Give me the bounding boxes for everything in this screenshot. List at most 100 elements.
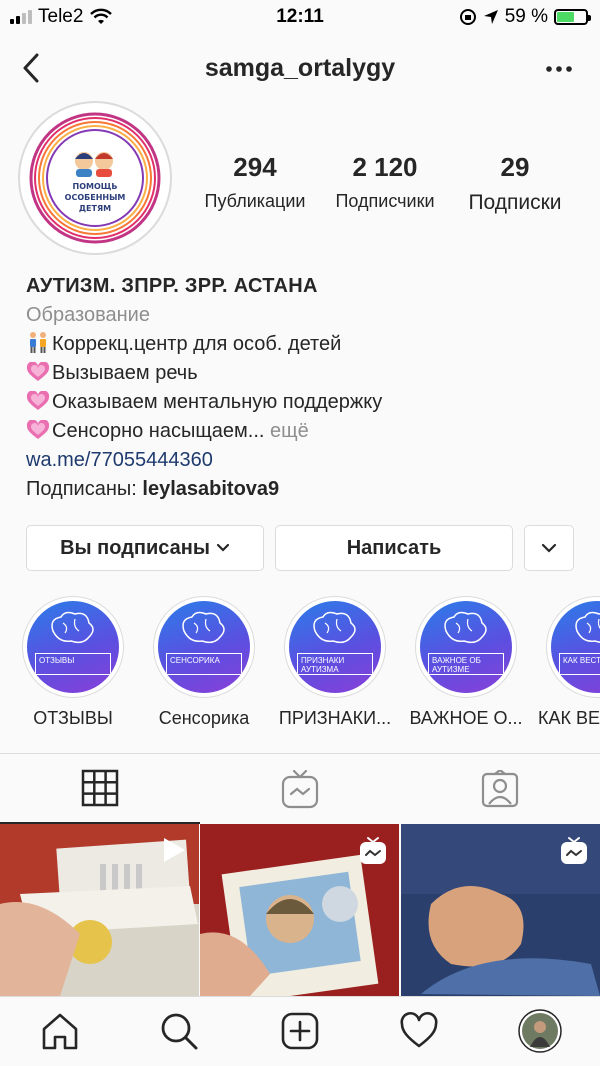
brain-icon (444, 611, 487, 644)
home-icon[interactable] (40, 1011, 80, 1051)
posts-grid (0, 824, 600, 996)
following-button[interactable]: Вы подписаны (26, 525, 264, 571)
location-icon (483, 10, 498, 24)
bio-line: Вызываем речь (26, 359, 586, 388)
highlight-item[interactable]: СЕНСОРИКА Сенсорика (139, 596, 269, 729)
avatar-logo: ПОМОЩЬ ОСОБЕННЫМ ДЕТЯМ (27, 110, 163, 246)
stat-following-value: 29 (500, 152, 530, 182)
username-title: samga_ortalygy (204, 54, 396, 82)
battery-fill (557, 12, 574, 22)
followed-by-user: leylasabitova9 (142, 478, 280, 500)
profile-bio: АУТИЗМ. ЗПРР. ЗРР. АСТАНА Образование Ко… (26, 272, 586, 504)
profile-avatar[interactable] (518, 1009, 562, 1053)
bio-line: Коррекц.центр для особ. детей (26, 330, 586, 359)
stat-posts-value: 294 (233, 152, 277, 182)
followed-by-prefix: Подписаны: (26, 478, 137, 500)
heart-emoji-icon (26, 391, 50, 410)
highlight-item[interactable]: ПРИЗНАКИ АУТИЗМА ПРИЗНАКИ... (270, 596, 400, 729)
bio-line-text: Оказываем ментальную поддержку (52, 391, 383, 413)
stat-following[interactable]: 29 Подписки (450, 152, 580, 215)
status-bar: Tele2 12:11 59 % (0, 0, 600, 34)
stat-posts-label: Публикации (204, 191, 306, 211)
post-thumbnail[interactable] (200, 824, 399, 996)
play-icon (164, 838, 185, 862)
brain-icon (182, 611, 225, 644)
status-right: 59 % (459, 6, 591, 28)
story-highlights: ОТЗЫВЫ ОТЗЫВЫ СЕНСОРИКА Сенсорика ПРИЗНА… (0, 596, 600, 736)
chevron-down-icon (541, 543, 557, 553)
post-thumbnail[interactable] (0, 824, 199, 996)
highlight-cover-text: ВАЖНОЕ ОБ АУТИЗМЕ (428, 653, 504, 675)
post-thumbnail[interactable] (401, 824, 600, 996)
avatar-text-line1: ПОМОЩЬ (73, 182, 118, 191)
followed-by[interactable]: Подписаны: leylasabitova9 (26, 475, 586, 504)
profile-category: Образование (26, 304, 150, 326)
highlight-label: ПРИЗНАКИ... (278, 708, 392, 728)
igtv-icon (561, 837, 587, 864)
highlight-cover: СЕНСОРИКА (158, 601, 250, 693)
highlight-cover: КАК ВЕСТИ СЕБЯ (551, 601, 600, 693)
more-horizontal-icon[interactable] (544, 54, 574, 84)
bio-more-link[interactable]: ещё (270, 420, 309, 442)
highlight-ring: ОТЗЫВЫ (22, 596, 124, 698)
bio-line: Сенсорно насыщаем... ещё (26, 417, 586, 446)
highlight-cover-text: ПРИЗНАКИ АУТИЗМА (297, 653, 373, 675)
highlight-cover-text: КАК ВЕСТИ СЕБЯ (559, 653, 600, 675)
following-button-label: Вы подписаны (60, 536, 210, 559)
brain-icon (51, 611, 94, 644)
highlight-cover: ПРИЗНАКИ АУТИЗМА (289, 601, 381, 693)
tab-igtv[interactable] (200, 754, 400, 824)
message-button-label: Написать (346, 536, 442, 559)
highlight-ring: ПРИЗНАКИ АУТИЗМА (284, 596, 386, 698)
profile-tabs (0, 753, 600, 824)
stat-followers-label: Подписчики (335, 191, 435, 211)
activity-icon[interactable] (399, 1011, 439, 1051)
new-post-icon[interactable] (280, 1011, 320, 1051)
search-icon[interactable] (159, 1011, 199, 1051)
bio-line-text: Коррекц.центр для особ. детей (52, 333, 342, 355)
suggested-dropdown-button[interactable] (524, 525, 574, 571)
bio-line: Оказываем ментальную поддержку (26, 388, 586, 417)
heart-emoji-icon (26, 362, 50, 381)
profile-header: samga_ortalygy (0, 40, 600, 96)
bottom-navigation (0, 996, 600, 1066)
highlight-ring: ВАЖНОЕ ОБ АУТИЗМЕ (415, 596, 517, 698)
tagged-icon (481, 770, 519, 808)
tab-grid[interactable] (0, 754, 200, 824)
highlight-label: Сенсорика (158, 708, 250, 728)
orientation-lock-icon (459, 9, 476, 25)
highlight-item[interactable]: КАК ВЕСТИ СЕБЯ КАК ВЕ (532, 596, 600, 729)
highlight-cover: ОТЗЫВЫ (27, 601, 119, 693)
battery-percent: 59 % (504, 6, 548, 27)
heart-emoji-icon (26, 420, 50, 439)
stat-followers[interactable]: 2 120 Подписчики (320, 152, 450, 215)
highlight-label: ОТЗЫВЫ (33, 708, 113, 728)
brain-icon (313, 611, 356, 644)
stat-followers-value: 2 120 (352, 152, 418, 182)
highlight-label: КАК ВЕ (538, 708, 600, 728)
bio-line-text: Вызываем речь (52, 362, 198, 384)
profile-stats: 294 Публикации 2 120 Подписчики 29 Подпи… (190, 152, 590, 215)
highlight-cover-text: СЕНСОРИКА (166, 653, 242, 675)
grid-icon (81, 769, 119, 807)
highlight-item[interactable]: ОТЗЫВЫ ОТЗЫВЫ (8, 596, 138, 729)
profile-avatar[interactable]: ПОМОЩЬ ОСОБЕННЫМ ДЕТЯМ (18, 101, 172, 255)
highlight-ring: СЕНСОРИКА (153, 596, 255, 698)
tab-tagged[interactable] (400, 754, 600, 824)
stat-posts[interactable]: 294 Публикации (190, 152, 320, 215)
highlight-item[interactable]: ВАЖНОЕ ОБ АУТИЗМЕ ВАЖНОЕ О... (401, 596, 531, 729)
highlight-cover: ВАЖНОЕ ОБ АУТИЗМЕ (420, 601, 512, 693)
people-emoji-icon (30, 332, 46, 353)
bio-website-link[interactable]: wa.me/77055444360 (26, 446, 586, 475)
stat-following-label: Подписки (468, 191, 562, 214)
brain-icon (575, 611, 600, 643)
profile-name: АУТИЗМ. ЗПРР. ЗРР. АСТАНА (26, 275, 318, 297)
avatar-text-line2: ОСОБЕННЫМ (65, 193, 126, 202)
highlight-cover-text: ОТЗЫВЫ (35, 653, 111, 675)
igtv-icon (281, 769, 319, 809)
chevron-down-icon (216, 543, 230, 552)
message-button[interactable]: Написать (275, 525, 513, 571)
battery-icon (554, 9, 591, 25)
igtv-icon (360, 837, 386, 864)
highlight-ring: КАК ВЕСТИ СЕБЯ (546, 596, 600, 698)
